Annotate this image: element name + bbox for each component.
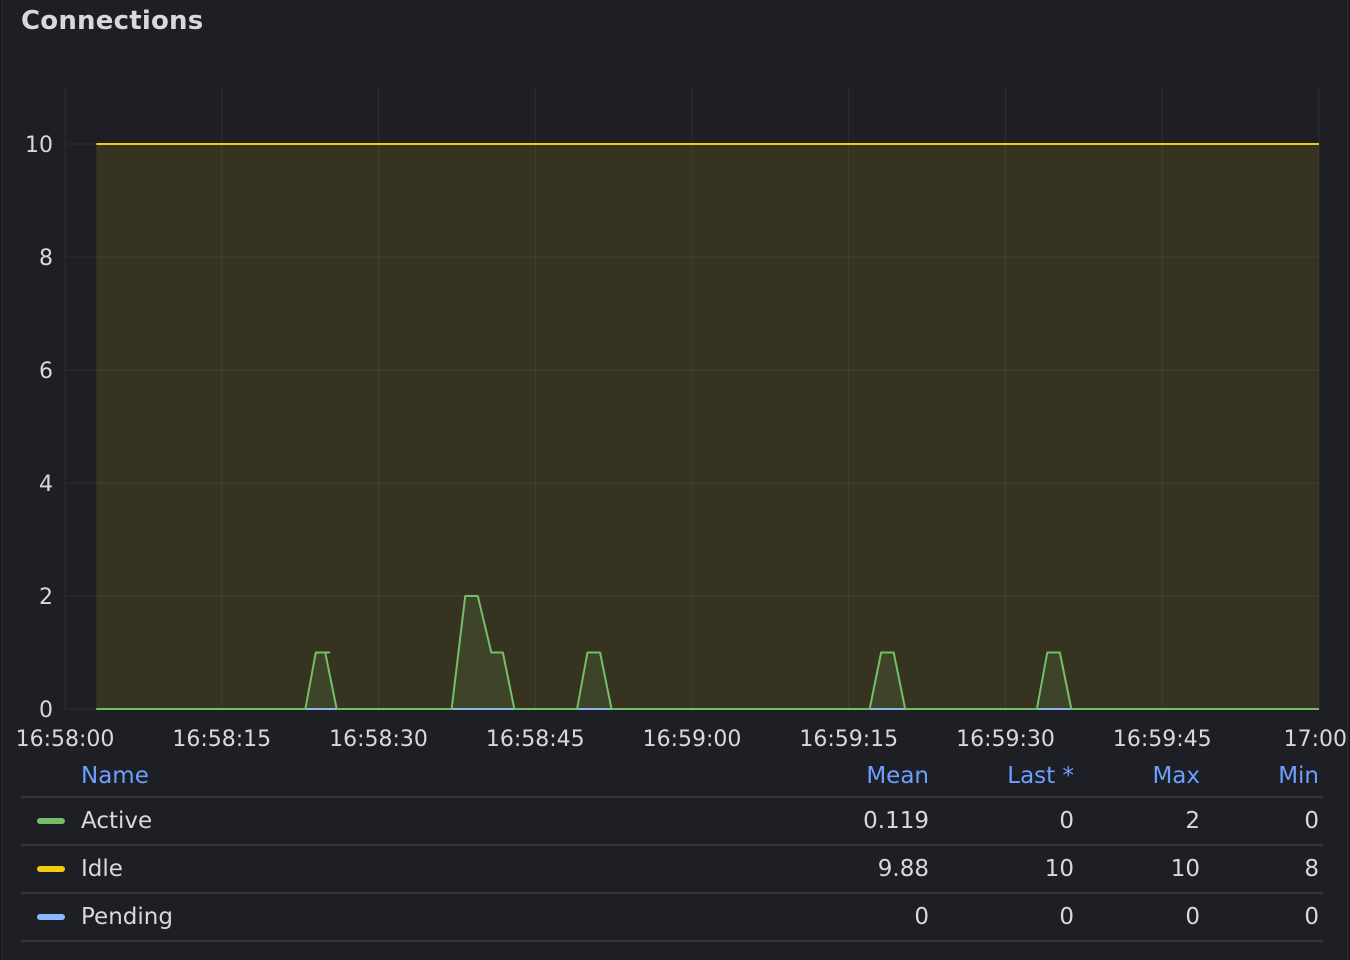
series-area-idle — [96, 144, 1320, 709]
legend-value-max: 2 — [1185, 808, 1200, 834]
x-tick-label: 16:58:30 — [329, 727, 428, 752]
y-tick-label: 10 — [25, 133, 53, 158]
legend-value-min: 8 — [1304, 856, 1319, 882]
legend-value-mean: 9.88 — [877, 856, 929, 882]
connections-chart: 0 2 4 6 8 10 16:58:00 16:58:15 16:58:30 16:58:45 1… — [16, 88, 1349, 752]
legend-value-max: 0 — [1185, 904, 1200, 930]
legend-series-name[interactable]: Pending — [81, 904, 173, 930]
legend-row-active[interactable]: Active 0.119 0 2 0 — [21, 798, 1323, 846]
y-tick-label: 0 — [39, 698, 53, 723]
legend-header-row: Name Mean Last * Max Min — [21, 756, 1323, 798]
legend-value-last: 0 — [1059, 808, 1074, 834]
legend-row-pending[interactable]: Pending 0 0 0 0 — [21, 894, 1323, 942]
legend-value-min: 0 — [1304, 808, 1319, 834]
legend-header-min[interactable]: Min — [1200, 763, 1319, 789]
y-tick-label: 6 — [39, 359, 53, 384]
legend-value-mean: 0 — [914, 904, 929, 930]
legend-series-cell: Pending — [21, 904, 661, 930]
legend-series-name[interactable]: Active — [81, 808, 152, 834]
x-tick-label: 16:59:30 — [956, 727, 1055, 752]
legend-series-cell: Idle — [21, 856, 661, 882]
x-tick-label: 16:58:15 — [172, 727, 271, 752]
connections-panel: Connections 0 2 4 6 8 10 16:58:00 16:58:15 16:58… — [2, 0, 1349, 960]
y-tick-label: 4 — [39, 472, 53, 497]
legend-value-max: 10 — [1170, 856, 1200, 882]
series-color-swatch[interactable] — [37, 818, 65, 824]
legend-value-min: 0 — [1304, 904, 1319, 930]
legend-series-cell: Active — [21, 808, 661, 834]
x-tick-label: 16:59:00 — [643, 727, 742, 752]
legend-value-last: 0 — [1059, 904, 1074, 930]
y-tick-label: 2 — [39, 585, 53, 610]
x-tick-label: 16:58:45 — [486, 727, 585, 752]
legend-header-mean[interactable]: Mean — [661, 763, 929, 789]
legend-header-last[interactable]: Last * — [929, 763, 1074, 789]
x-tick-label: 16:59:45 — [1113, 727, 1212, 752]
legend-header-name[interactable]: Name — [21, 763, 661, 789]
x-tick-label: 16:59:15 — [799, 727, 898, 752]
y-tick-label: 8 — [39, 246, 53, 271]
series-color-swatch[interactable] — [37, 866, 65, 872]
legend-value-last: 10 — [1044, 856, 1074, 882]
x-tick-label: 17:00: — [1284, 727, 1349, 752]
legend-table: Name Mean Last * Max Min Active 0.119 0 … — [21, 756, 1323, 942]
x-tick-label: 16:58:00 — [16, 727, 115, 752]
legend-value-mean: 0.119 — [863, 808, 929, 834]
legend-row-idle[interactable]: Idle 9.88 10 10 8 — [21, 846, 1323, 894]
series-color-swatch[interactable] — [37, 914, 65, 920]
legend-header-max[interactable]: Max — [1074, 763, 1200, 789]
legend-series-name[interactable]: Idle — [81, 856, 123, 882]
